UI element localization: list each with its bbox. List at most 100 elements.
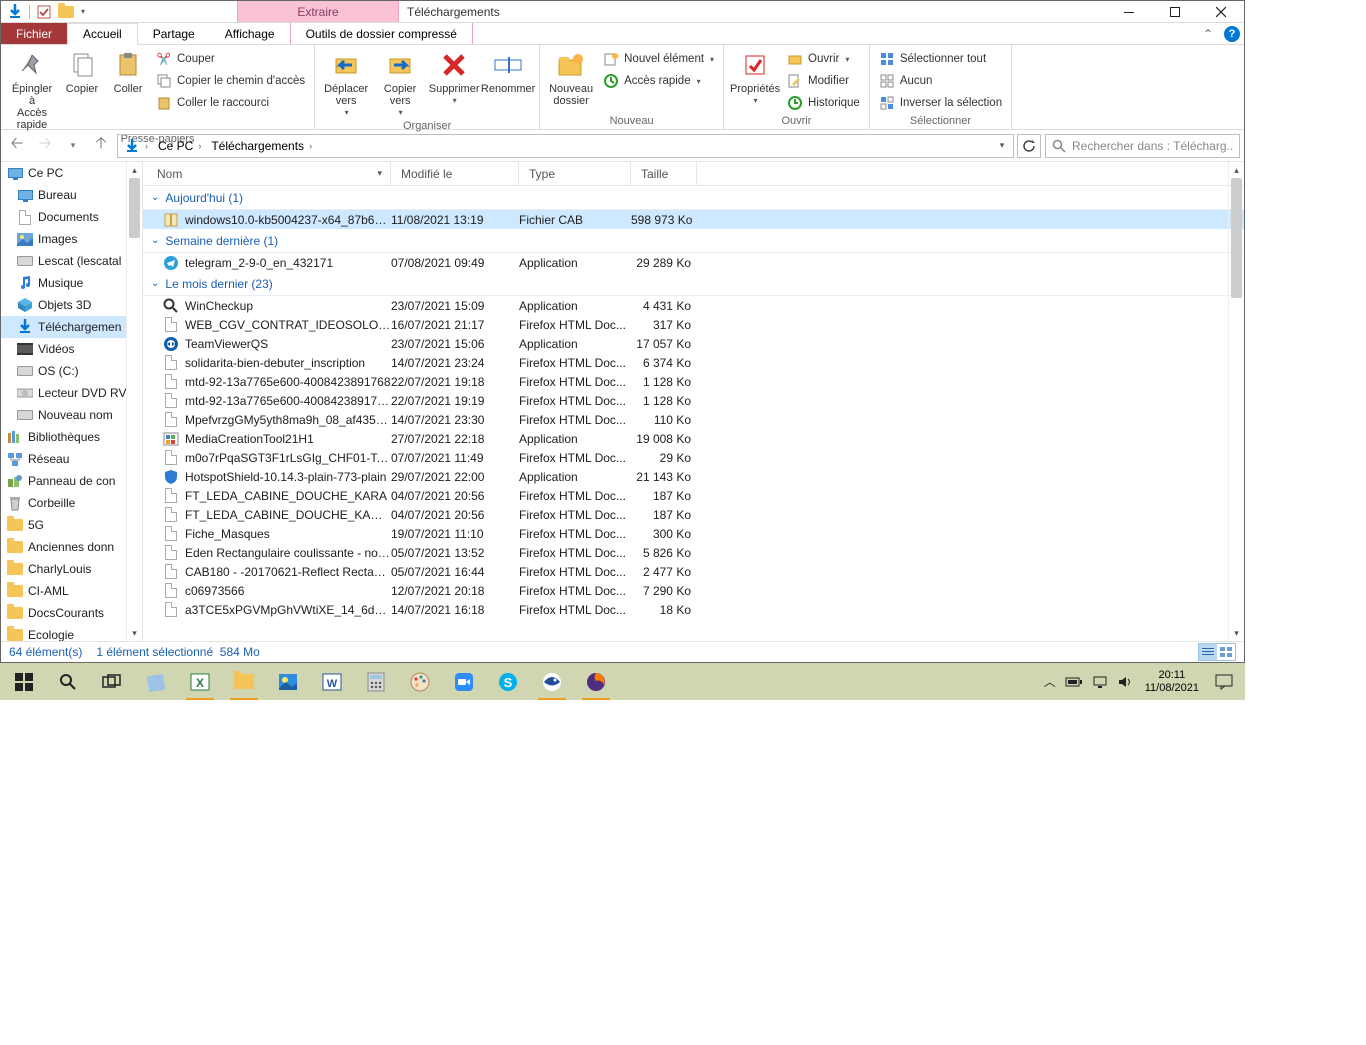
file-row[interactable]: mtd-92-13a7765e600-4008423891768(1)22/07…	[143, 391, 1244, 410]
file-row[interactable]: mtd-92-13a7765e600-400842389176822/07/20…	[143, 372, 1244, 391]
taskbar-search[interactable]	[46, 663, 90, 700]
taskbar-clock[interactable]: 20:11 11/08/2021	[1139, 669, 1205, 694]
file-row[interactable]: HotspotShield-10.14.3-plain-773-plain29/…	[143, 467, 1244, 486]
file-row[interactable]: m0o7rPqaSGT3F1rLsGIg_CHF01-Texte-FR07/07…	[143, 448, 1244, 467]
properties-button[interactable]: Propriétés▾	[730, 47, 780, 108]
search-box[interactable]: Rechercher dans : Télécharg...	[1045, 134, 1240, 158]
qat-folder-icon[interactable]	[58, 4, 74, 20]
tab-home[interactable]: Accueil	[67, 23, 138, 45]
taskbar-app-skype[interactable]: S	[486, 663, 530, 700]
tree-scroll-thumb[interactable]	[129, 178, 140, 238]
breadcrumb-downloads[interactable]: Téléchargements›	[207, 135, 318, 157]
address-history-button[interactable]: ▾	[991, 140, 1013, 151]
tray-battery-icon[interactable]	[1065, 676, 1083, 688]
taskbar-app-zoom[interactable]	[442, 663, 486, 700]
delete-button[interactable]: Supprimer▾	[429, 47, 479, 108]
group-header[interactable]: ⌄Aujourd'hui (1)	[143, 186, 1244, 210]
tray-network-icon[interactable]	[1092, 675, 1108, 689]
tree-item-osc[interactable]: OS (C:)	[1, 360, 127, 382]
file-row[interactable]: c0697356612/07/2021 20:18Firefox HTML Do…	[143, 581, 1244, 600]
col-header-type[interactable]: Type	[519, 162, 631, 185]
start-button[interactable]	[2, 663, 46, 700]
col-header-empty[interactable]	[697, 162, 1244, 185]
file-row[interactable]: Fiche_Masques19/07/2021 11:10Firefox HTM…	[143, 524, 1244, 543]
edit-button[interactable]: Modifier	[784, 71, 863, 91]
taskbar-app-photos[interactable]	[266, 663, 310, 700]
action-center-button[interactable]	[1205, 663, 1243, 700]
tree-scroll-up[interactable]: ▴	[127, 162, 142, 178]
history-button[interactable]: Historique	[784, 93, 863, 113]
navigation-tree[interactable]: Ce PCBureauDocumentsImagesLescat (lescat…	[1, 162, 143, 641]
system-tray[interactable]: ︿	[1038, 673, 1139, 690]
qat-properties-icon[interactable]	[36, 4, 52, 20]
task-view-button[interactable]	[90, 663, 134, 700]
tree-item-music[interactable]: Musique	[1, 272, 127, 294]
address-bar[interactable]: › Ce PC› Téléchargements› ▾	[117, 134, 1014, 158]
context-tab-extract[interactable]: Extraire	[237, 1, 399, 22]
taskbar-app-excel[interactable]: X	[178, 663, 222, 700]
file-row[interactable]: MediaCreationTool21H127/07/2021 22:18App…	[143, 429, 1244, 448]
tab-compressed-tools[interactable]: Outils de dossier compressé	[290, 23, 473, 44]
copy-button[interactable]: Copier	[61, 47, 103, 97]
taskbar-app-explorer[interactable]	[222, 663, 266, 700]
tree-scroll-down[interactable]: ▾	[127, 625, 142, 641]
tree-item-ecologie[interactable]: Ecologie	[1, 624, 127, 641]
new-folder-button[interactable]: Nouveau dossier	[546, 47, 596, 109]
tree-item-dvd[interactable]: Lecteur DVD RV	[1, 382, 127, 404]
tree-item-docscourants[interactable]: DocsCourants	[1, 602, 127, 624]
tree-item-trash[interactable]: Corbeille	[1, 492, 127, 514]
cut-button[interactable]: ✂️Couper	[153, 49, 308, 69]
move-to-button[interactable]: Déplacer vers▾	[321, 47, 371, 120]
tree-item-documents[interactable]: Documents	[1, 206, 127, 228]
tree-item-f5g[interactable]: 5G	[1, 514, 127, 536]
nav-recent-button[interactable]: ▾	[61, 134, 85, 158]
rename-button[interactable]: Renommer	[483, 47, 533, 97]
invert-selection-button[interactable]: Inverser la sélection	[876, 93, 1005, 113]
tray-chevron-icon[interactable]: ︿	[1044, 673, 1056, 690]
copy-to-button[interactable]: Copier vers▾	[375, 47, 425, 120]
file-row[interactable]: TeamViewerQS23/07/2021 15:06Application1…	[143, 334, 1244, 353]
col-header-name[interactable]: Nom▾	[143, 162, 391, 185]
help-button[interactable]: ?	[1220, 23, 1244, 44]
file-row[interactable]: FT_LEDA_CABINE_DOUCHE_KARA(1)04/07/2021 …	[143, 505, 1244, 524]
group-header[interactable]: ⌄Semaine dernière (1)	[143, 229, 1244, 253]
list-scrollbar[interactable]: ▴ ▾	[1228, 162, 1244, 641]
taskbar-app-notes[interactable]	[134, 663, 178, 700]
new-item-button[interactable]: Nouvel élément▾	[600, 49, 717, 69]
list-body[interactable]: ⌄Aujourd'hui (1)windows10.0-kb5004237-x6…	[143, 186, 1244, 641]
tree-item-downloads[interactable]: Téléchargemen	[1, 316, 127, 338]
col-header-size[interactable]: Taille	[631, 162, 697, 185]
breadcrumb-pc[interactable]: Ce PC›	[154, 135, 207, 157]
refresh-button[interactable]	[1017, 134, 1041, 158]
open-button[interactable]: Ouvrir▾	[784, 49, 863, 69]
list-scroll-down[interactable]: ▾	[1229, 625, 1244, 641]
file-row[interactable]: WinCheckup23/07/2021 15:09Application4 4…	[143, 296, 1244, 315]
nav-back-button[interactable]: 🡠	[5, 134, 29, 158]
file-row[interactable]: FT_LEDA_CABINE_DOUCHE_KARA04/07/2021 20:…	[143, 486, 1244, 505]
view-details-button[interactable]	[1199, 644, 1217, 660]
taskbar-app-thunderbird[interactable]	[530, 663, 574, 700]
file-row[interactable]: MpefvrzgGMy5yth8ma9h_08_af435bd0aa...14/…	[143, 410, 1244, 429]
list-scroll-thumb[interactable]	[1231, 178, 1242, 298]
tree-scrollbar[interactable]: ▴ ▾	[126, 162, 142, 641]
list-scroll-up[interactable]: ▴	[1229, 162, 1244, 178]
tree-item-anciennes[interactable]: Anciennes donn	[1, 536, 127, 558]
collapse-ribbon-button[interactable]: ⌃	[1196, 23, 1220, 44]
select-all-button[interactable]: Sélectionner tout	[876, 49, 1005, 69]
tab-file[interactable]: Fichier	[1, 23, 67, 44]
tree-item-pc[interactable]: Ce PC	[1, 162, 127, 184]
tree-item-newvol[interactable]: Nouveau nom	[1, 404, 127, 426]
file-row[interactable]: windows10.0-kb5004237-x64_87b6bff01b...1…	[143, 210, 1244, 229]
tree-item-libraries[interactable]: Bibliothèques	[1, 426, 127, 448]
tree-item-desktop[interactable]: Bureau	[1, 184, 127, 206]
tree-item-ciaml[interactable]: CI-AML	[1, 580, 127, 602]
view-large-button[interactable]	[1217, 644, 1235, 660]
taskbar-app-firefox[interactable]	[574, 663, 618, 700]
tree-item-config[interactable]: Panneau de con	[1, 470, 127, 492]
easy-access-button[interactable]: Accès rapide▾	[600, 71, 717, 91]
tree-item-objects3d[interactable]: Objets 3D	[1, 294, 127, 316]
file-row[interactable]: Eden Rectangulaire coulissante - notice0…	[143, 543, 1244, 562]
tree-item-network[interactable]: Réseau	[1, 448, 127, 470]
file-row[interactable]: telegram_2-9-0_en_43217107/08/2021 09:49…	[143, 253, 1244, 272]
qat-dropdown-icon[interactable]: ▾	[80, 7, 85, 16]
